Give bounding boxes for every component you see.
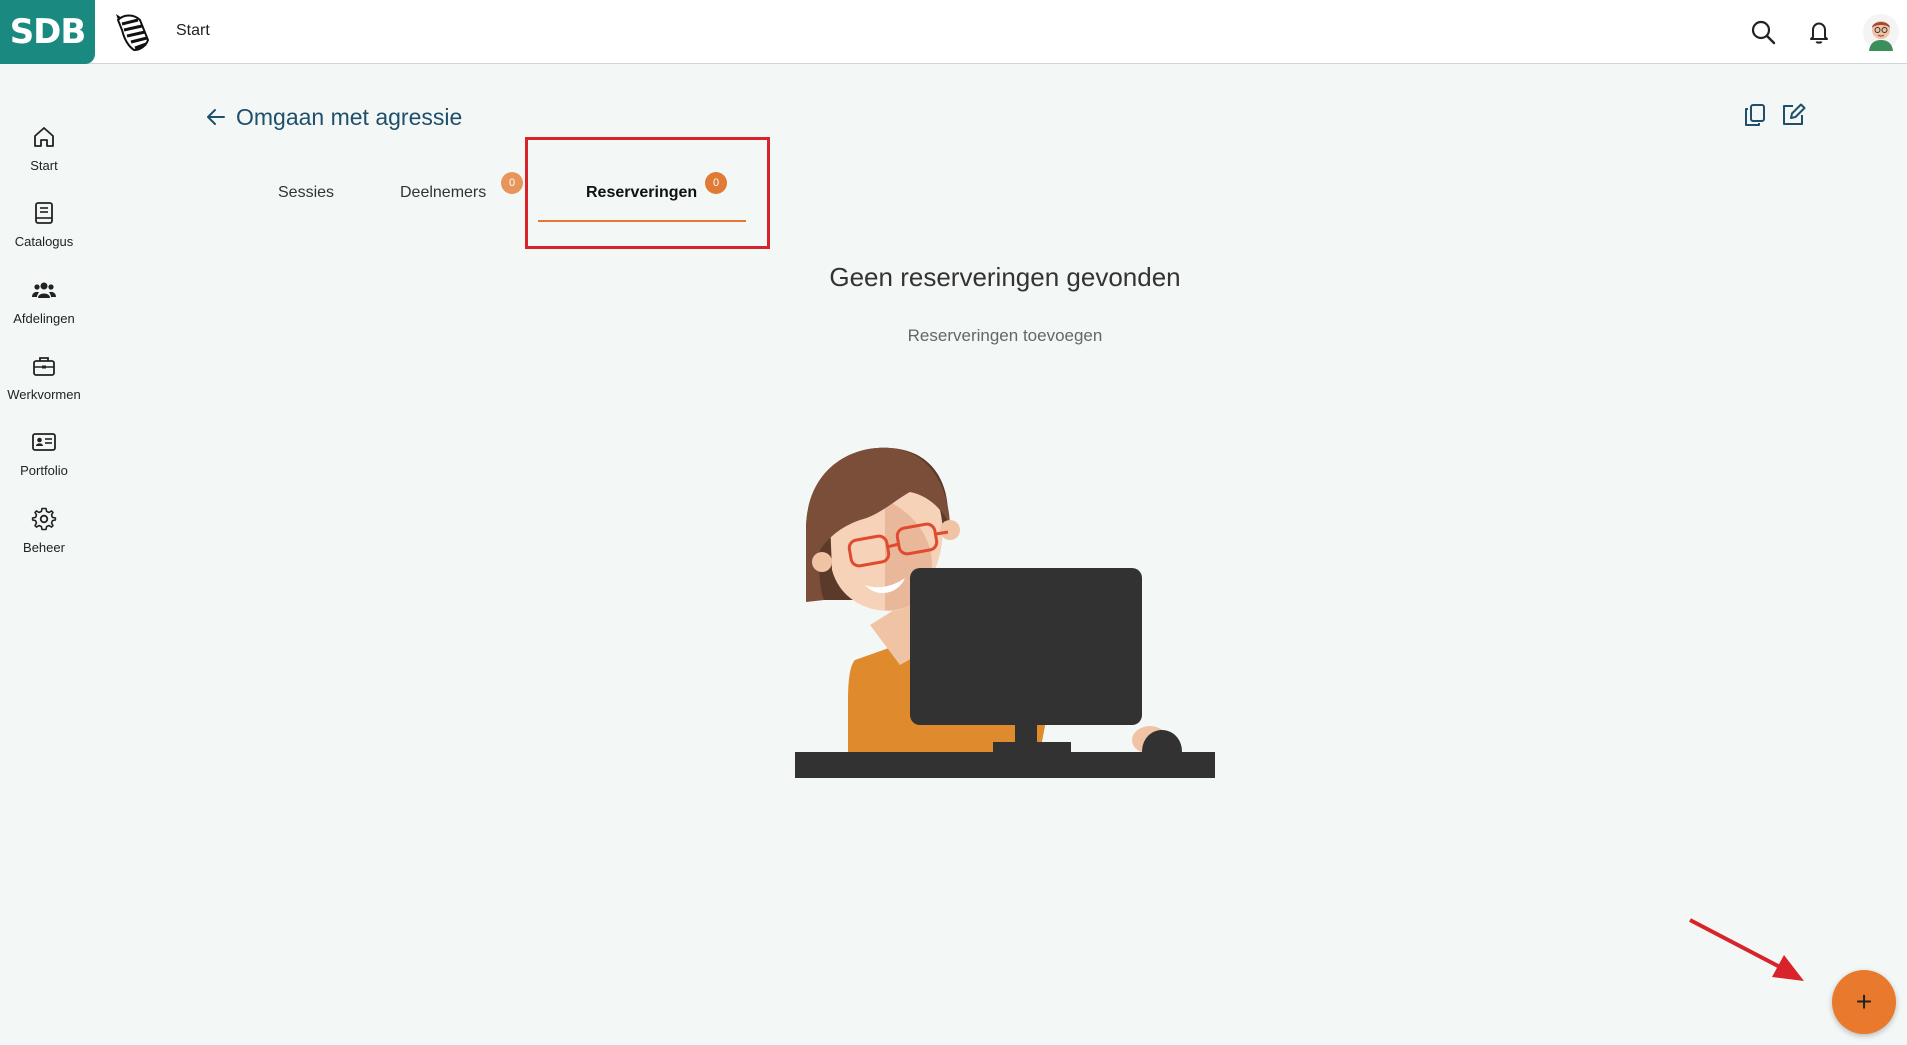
sidebar-item-werkvormen[interactable]: Werkvormen bbox=[0, 343, 88, 413]
sidebar-item-label: Werkvormen bbox=[7, 387, 81, 402]
person-at-computer-illustration bbox=[795, 447, 1215, 778]
sidebar-item-start[interactable]: Start bbox=[0, 114, 88, 184]
edit-icon[interactable] bbox=[1779, 101, 1807, 129]
gear-icon bbox=[31, 507, 57, 531]
sidebar-item-label: Start bbox=[30, 158, 58, 173]
sidebar-item-label: Portfolio bbox=[20, 463, 68, 478]
tab-sessies[interactable]: Sessies bbox=[278, 184, 334, 202]
sidebar-item-label: Beheer bbox=[23, 540, 65, 555]
brand-logo[interactable]: SDB bbox=[0, 0, 95, 64]
briefcase-icon bbox=[33, 357, 55, 376]
page-title: Omgaan met agressie bbox=[236, 103, 463, 130]
avatar[interactable] bbox=[1862, 13, 1900, 51]
zebra-logo-icon bbox=[116, 14, 150, 52]
back-link[interactable]: Omgaan met agressie bbox=[204, 102, 462, 132]
annotation-highlight-box bbox=[525, 137, 770, 249]
home-icon bbox=[34, 127, 54, 147]
sidebar-item-catalogus[interactable]: Catalogus bbox=[0, 190, 88, 260]
empty-state-subtitle: Reserveringen toevoegen bbox=[907, 326, 1103, 345]
deelnemers-count-badge: 0 bbox=[501, 172, 523, 194]
annotation-arrow bbox=[1689, 918, 1804, 981]
search-icon[interactable] bbox=[1749, 18, 1777, 46]
id-card-icon bbox=[32, 433, 56, 451]
top-bar: SDB Start bbox=[0, 0, 1907, 64]
book-icon bbox=[35, 202, 53, 224]
empty-state-title: Geen reserveringen gevonden bbox=[829, 262, 1181, 292]
sidebar-item-beheer[interactable]: Beheer bbox=[0, 496, 88, 566]
tab-deelnemers[interactable]: Deelnemers bbox=[400, 184, 486, 202]
sidebar-item-label: Afdelingen bbox=[13, 311, 75, 326]
copy-icon[interactable] bbox=[1741, 101, 1769, 129]
sidebar-item-portfolio[interactable]: Portfolio bbox=[0, 419, 88, 489]
sidebar: Start Catalogus Afdelingen Werkvormen Po… bbox=[0, 64, 88, 1045]
top-title: Start bbox=[176, 22, 210, 39]
sidebar-item-label: Catalogus bbox=[14, 234, 74, 249]
add-reservation-button[interactable]: + bbox=[1832, 970, 1896, 1034]
arrow-left-icon bbox=[207, 109, 225, 125]
bell-icon[interactable] bbox=[1805, 18, 1833, 46]
